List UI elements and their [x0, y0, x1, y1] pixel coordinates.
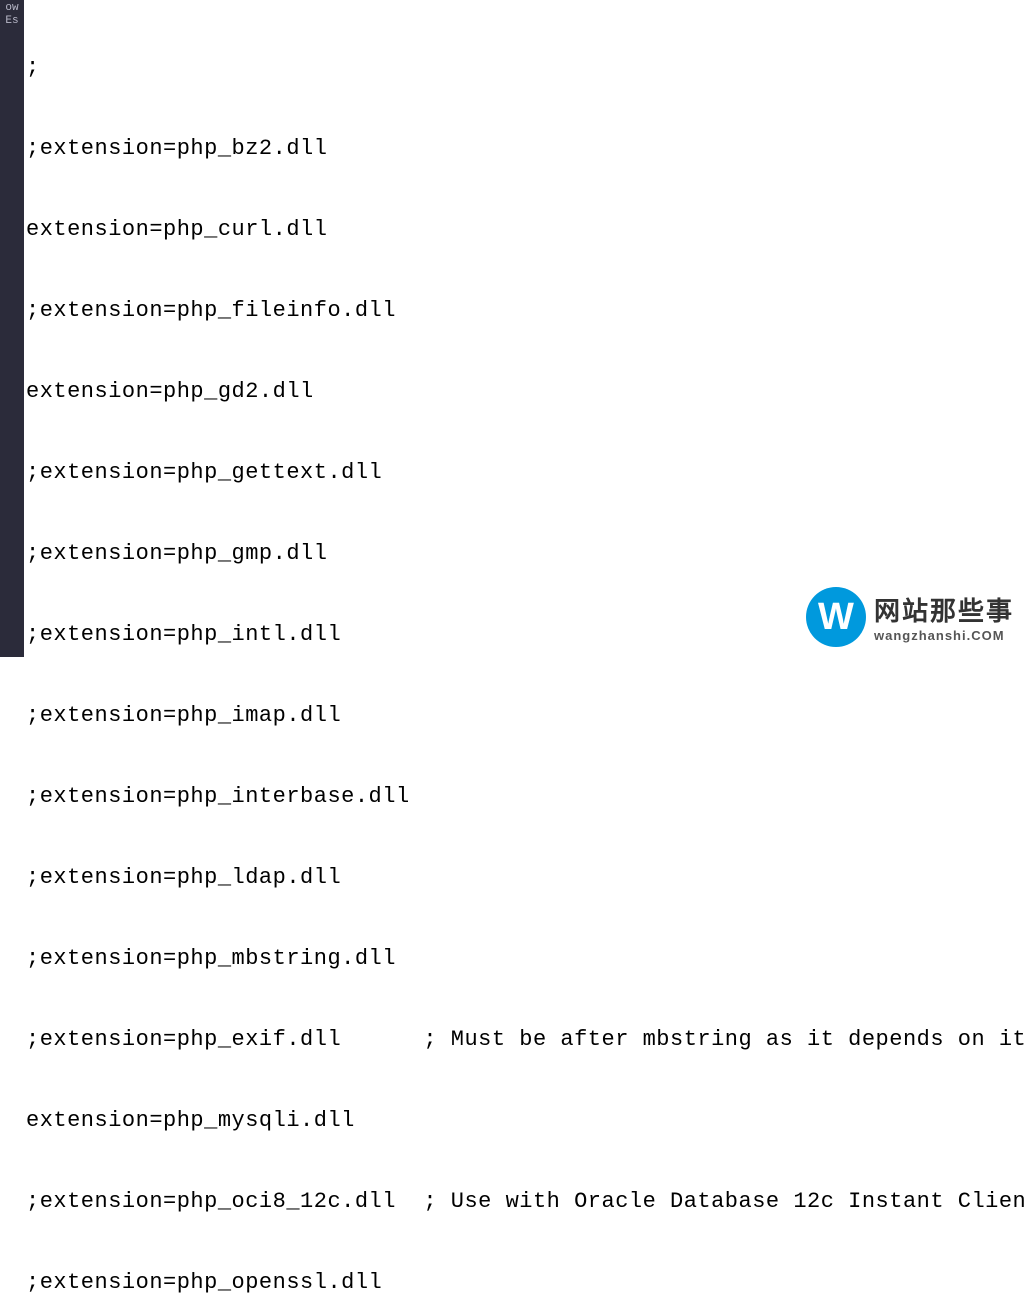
code-line: ; [26, 54, 1024, 81]
code-line: ;extension=php_fileinfo.dll [26, 297, 1024, 324]
code-line: extension=php_curl.dll [26, 216, 1024, 243]
code-line: ;extension=php_openssl.dll [26, 1269, 1024, 1296]
line-gutter: ow Es [0, 0, 24, 657]
code-line: ;extension=php_imap.dll [26, 702, 1024, 729]
code-line: extension=php_gd2.dll [26, 378, 1024, 405]
watermark-url: wangzhanshi.COM [874, 628, 1014, 643]
watermark-icon: W [806, 587, 866, 647]
watermark-title: 网站那些事 [874, 591, 1014, 628]
watermark-icon-letter: W [818, 596, 854, 639]
gutter-label-2: Es [0, 15, 24, 28]
code-line: ;extension=php_mbstring.dll [26, 945, 1024, 972]
code-line: ;extension=php_oci8_12c.dll ; Use with O… [26, 1188, 1024, 1215]
code-line: ;extension=php_exif.dll ; Must be after … [26, 1026, 1024, 1053]
code-line: ;extension=php_gettext.dll [26, 459, 1024, 486]
code-line: ;extension=php_interbase.dll [26, 783, 1024, 810]
watermark-text-group: 网站那些事 wangzhanshi.COM [874, 591, 1014, 643]
code-line: extension=php_mysqli.dll [26, 1107, 1024, 1134]
gutter-label-1: ow [0, 2, 24, 15]
watermark: W 网站那些事 wangzhanshi.COM [806, 587, 1014, 647]
editor-container: ow Es ; ;extension=php_bz2.dll extension… [0, 0, 1024, 657]
code-line: ;extension=php_bz2.dll [26, 135, 1024, 162]
code-line: ;extension=php_ldap.dll [26, 864, 1024, 891]
code-line: ;extension=php_gmp.dll [26, 540, 1024, 567]
code-area[interactable]: ; ;extension=php_bz2.dll extension=php_c… [24, 0, 1024, 657]
